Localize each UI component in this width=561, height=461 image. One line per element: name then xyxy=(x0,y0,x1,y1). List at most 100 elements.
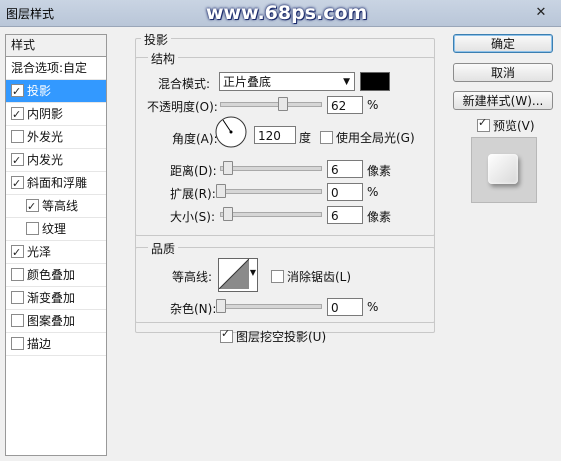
style-item-checkbox[interactable] xyxy=(11,242,24,264)
preview-swatch xyxy=(488,154,518,184)
distance-label: 距离(D): xyxy=(170,164,217,178)
style-item-label: 光泽 xyxy=(27,245,52,259)
style-list-header: 样式 xyxy=(6,35,106,57)
style-item-label: 渐变叠加 xyxy=(27,291,76,305)
angle-dial[interactable] xyxy=(215,116,247,148)
style-item-label: 投影 xyxy=(27,84,52,98)
style-item-checkbox[interactable] xyxy=(26,196,39,218)
spread-slider-thumb[interactable] xyxy=(216,184,226,198)
style-item-checkbox[interactable] xyxy=(11,337,24,350)
style-item-checkbox[interactable] xyxy=(11,104,24,126)
cancel-button[interactable]: 取消 xyxy=(453,63,553,82)
style-item-7[interactable]: 光泽 xyxy=(6,241,106,264)
angle-unit: 度 xyxy=(299,131,312,145)
spread-label: 扩展(R): xyxy=(170,187,216,201)
opacity-unit: % xyxy=(367,98,379,112)
style-item-6[interactable]: 纹理 xyxy=(6,218,106,241)
opacity-slider[interactable] xyxy=(220,102,322,107)
distance-unit: 像素 xyxy=(367,164,392,178)
style-item-5[interactable]: 等高线 xyxy=(6,195,106,218)
knockout-box[interactable] xyxy=(220,327,233,343)
noise-slider-thumb[interactable] xyxy=(216,299,226,313)
size-slider-thumb[interactable] xyxy=(223,207,233,221)
preview-box[interactable] xyxy=(477,116,490,132)
chevron-down-icon: ▼ xyxy=(343,77,350,87)
style-item-11[interactable]: 描边 xyxy=(6,333,106,356)
style-item-label: 外发光 xyxy=(27,130,64,144)
style-item-label: 内发光 xyxy=(27,153,64,167)
noise-label: 杂色(N): xyxy=(170,302,217,316)
spread-input[interactable]: 0 xyxy=(327,183,363,201)
contour-picker[interactable]: ▼ xyxy=(218,258,258,292)
style-item-checkbox[interactable] xyxy=(11,173,24,195)
style-item-checkbox[interactable] xyxy=(26,222,39,235)
size-unit: 像素 xyxy=(367,210,392,224)
global-light-checkbox[interactable]: 使用全局光(G) xyxy=(320,129,415,146)
angle-dial-icon xyxy=(215,116,247,148)
global-light-label: 使用全局光(G) xyxy=(336,131,415,145)
spread-slider[interactable] xyxy=(220,189,322,194)
antialias-box[interactable] xyxy=(271,270,284,283)
distance-slider[interactable] xyxy=(220,166,322,171)
style-item-checkbox[interactable] xyxy=(11,314,24,327)
style-item-label: 纹理 xyxy=(42,222,67,236)
noise-unit: % xyxy=(367,300,379,314)
style-item-3[interactable]: 内发光 xyxy=(6,149,106,172)
shadow-color-swatch[interactable] xyxy=(360,72,390,91)
size-slider[interactable] xyxy=(220,212,322,217)
style-item-checkbox[interactable] xyxy=(11,291,24,304)
watermark: www.68ps.com xyxy=(206,2,368,24)
style-item-8[interactable]: 颜色叠加 xyxy=(6,264,106,287)
style-item-label: 颜色叠加 xyxy=(27,268,76,282)
style-item-label: 斜面和浮雕 xyxy=(27,176,88,190)
spread-unit: % xyxy=(367,185,379,199)
angle-input[interactable]: 120 xyxy=(254,126,296,144)
window-title: 图层样式 xyxy=(6,7,55,21)
contour-curve-icon xyxy=(218,258,250,290)
style-item-checkbox[interactable] xyxy=(11,130,24,143)
global-light-box[interactable] xyxy=(320,131,333,144)
close-button[interactable]: ✕ xyxy=(527,3,555,21)
knockout-checkbox[interactable]: 图层挖空投影(U) xyxy=(220,327,327,345)
preview-checkbox[interactable]: 预览(V) xyxy=(477,116,535,134)
blend-mode-select[interactable]: 正片叠底 ▼ xyxy=(219,72,355,91)
style-item-label: 描边 xyxy=(27,337,52,351)
style-item-9[interactable]: 渐变叠加 xyxy=(6,287,106,310)
style-item-10[interactable]: 图案叠加 xyxy=(6,310,106,333)
chevron-down-icon: ▼ xyxy=(249,268,256,277)
style-list: 样式 混合选项:自定 投影内阴影外发光内发光斜面和浮雕等高线纹理光泽颜色叠加渐变… xyxy=(5,34,107,456)
blend-options-item[interactable]: 混合选项:自定 xyxy=(6,57,106,80)
distance-input[interactable]: 6 xyxy=(327,160,363,178)
style-item-label: 等高线 xyxy=(42,199,79,213)
angle-label: 角度(A): xyxy=(172,132,218,146)
blend-options-label: 混合选项:自定 xyxy=(11,61,88,75)
opacity-label: 不透明度(O): xyxy=(147,100,218,114)
noise-input[interactable]: 0 xyxy=(327,298,363,316)
style-item-checkbox[interactable] xyxy=(11,150,24,172)
style-item-checkbox[interactable] xyxy=(11,268,24,281)
style-item-1[interactable]: 内阴影 xyxy=(6,103,106,126)
structure-title: 结构 xyxy=(148,50,179,67)
style-item-checkbox[interactable] xyxy=(11,81,24,103)
new-style-button[interactable]: 新建样式(W)... xyxy=(453,91,553,110)
preview-thumbnail xyxy=(471,137,537,203)
opacity-slider-thumb[interactable] xyxy=(278,97,288,111)
contour-label: 等高线: xyxy=(172,270,213,284)
style-item-4[interactable]: 斜面和浮雕 xyxy=(6,172,106,195)
style-item-2[interactable]: 外发光 xyxy=(6,126,106,149)
ok-button[interactable]: 确定 xyxy=(453,34,553,53)
size-label: 大小(S): xyxy=(170,210,216,224)
distance-slider-thumb[interactable] xyxy=(223,161,233,175)
style-item-label: 内阴影 xyxy=(27,107,64,121)
title-bar: 图层样式 www.68ps.com ✕ xyxy=(0,0,561,27)
knockout-label: 图层挖空投影(U) xyxy=(236,330,327,344)
preview-label: 预览(V) xyxy=(493,119,535,133)
noise-slider[interactable] xyxy=(220,304,322,309)
style-item-0[interactable]: 投影 xyxy=(6,80,106,103)
blend-mode-value: 正片叠底 xyxy=(223,75,272,89)
blend-mode-label: 混合模式: xyxy=(158,77,211,91)
antialias-checkbox[interactable]: 消除锯齿(L) xyxy=(271,268,351,285)
quality-title: 品质 xyxy=(148,240,179,257)
opacity-input[interactable]: 62 xyxy=(327,96,363,114)
size-input[interactable]: 6 xyxy=(327,206,363,224)
